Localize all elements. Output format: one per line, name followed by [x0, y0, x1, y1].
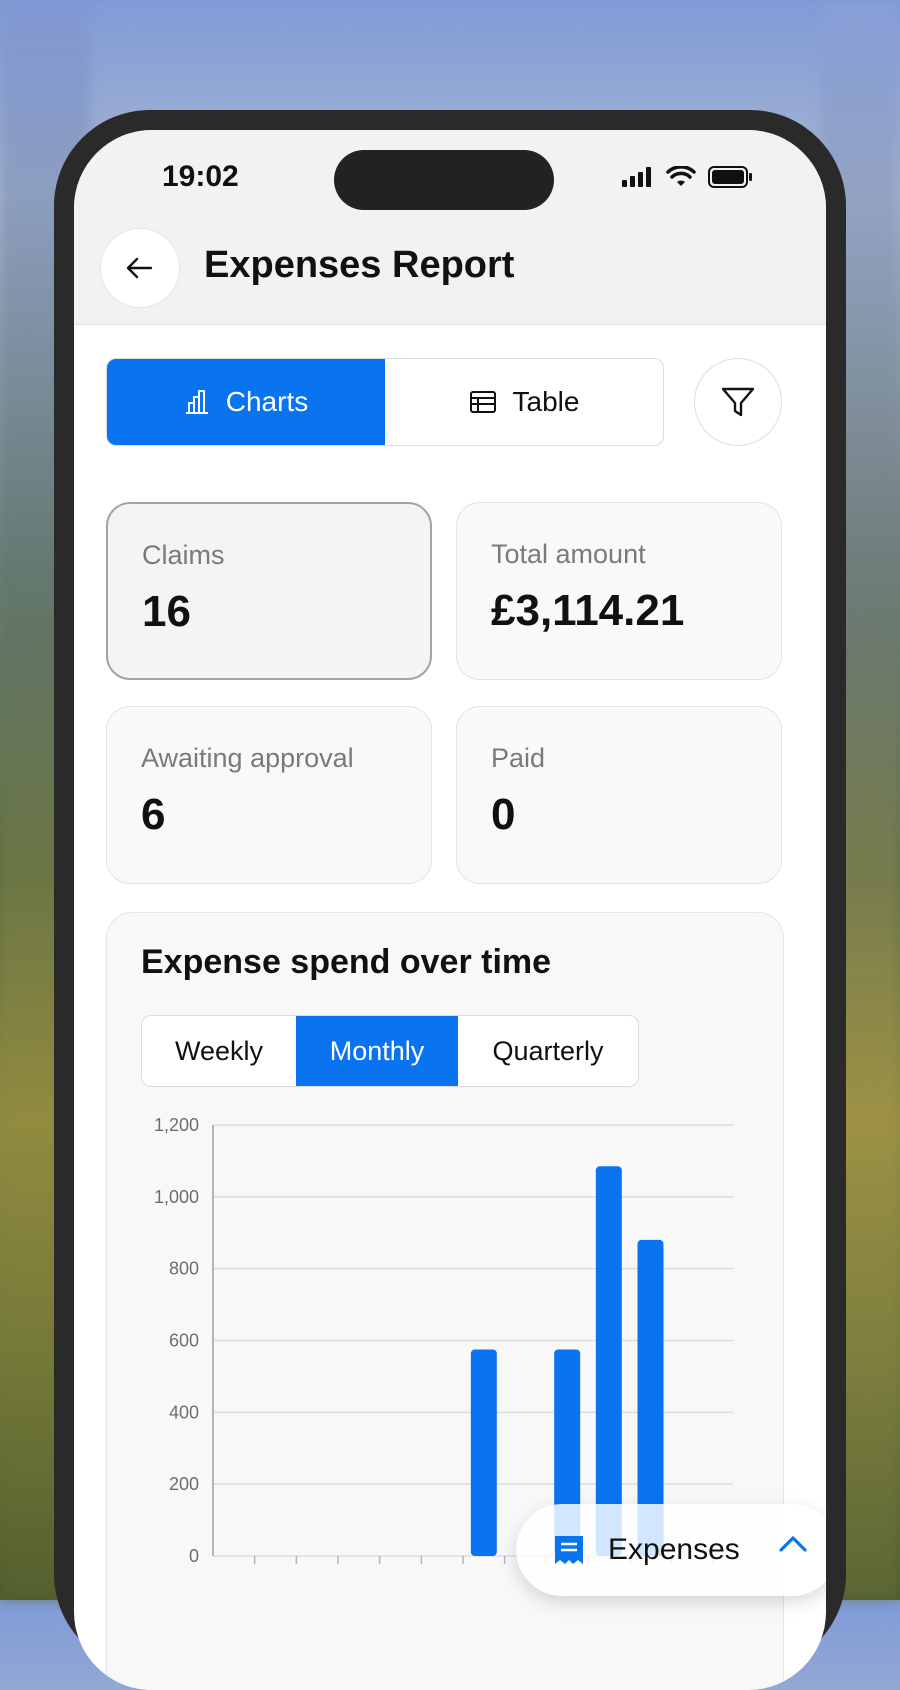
period-quarterly[interactable]: Quarterly [458, 1016, 638, 1086]
chevron-up-icon [779, 1536, 807, 1552]
y-tick-label: 400 [169, 1402, 199, 1422]
period-monthly[interactable]: Monthly [296, 1016, 458, 1086]
bar-chart: 0 200 400 600 800 1,000 1,200 [154, 1115, 733, 1566]
receipt-icon [555, 1536, 583, 1564]
phone-frame: 19:02 Expenses Report Charts Table Claim… [54, 110, 846, 1690]
stat-value: 0 [491, 790, 516, 839]
stat-card-paid[interactable]: Paid 0 [456, 706, 782, 884]
y-tick-label: 1,200 [154, 1115, 199, 1135]
bar-chart-icon [185, 390, 208, 414]
chart-bar[interactable] [595, 1166, 622, 1556]
tab-charts[interactable]: Charts [107, 359, 385, 445]
filter-button[interactable] [694, 358, 782, 446]
app-screen: 19:02 Expenses Report Charts Table Claim… [74, 130, 826, 1690]
stat-card-awaiting-approval[interactable]: Awaiting approval 6 [106, 706, 432, 884]
period-weekly[interactable]: Weekly [142, 1016, 296, 1086]
stat-label: Total amount [491, 539, 646, 569]
signal-icon [622, 167, 651, 187]
y-tick-label: 800 [169, 1259, 199, 1279]
dynamic-island [334, 150, 554, 210]
stat-card-total-amount[interactable]: Total amount £3,114.21 [456, 502, 782, 680]
arrow-left-icon [126, 257, 153, 279]
wifi-icon [666, 166, 696, 186]
stat-label: Awaiting approval [141, 743, 354, 773]
stat-value: 16 [142, 587, 191, 636]
stat-card-claims[interactable]: Claims 16 [106, 502, 432, 680]
y-tick-label: 600 [169, 1331, 199, 1351]
stat-label: Paid [491, 743, 546, 773]
status-icons [622, 166, 754, 188]
stat-value: 6 [141, 790, 166, 839]
y-tick-label: 0 [189, 1546, 199, 1566]
table-icon [469, 391, 496, 413]
fab-label: Expenses [608, 1533, 740, 1566]
battery-icon [708, 166, 752, 188]
y-tick-label: 1,000 [154, 1187, 199, 1207]
tab-charts-label: Charts [225, 386, 309, 417]
page-title: Expenses Report [204, 244, 515, 286]
view-toggle: Charts Table [106, 358, 664, 446]
back-button[interactable] [100, 228, 180, 308]
stat-value: £3,114.21 [491, 586, 685, 635]
tab-table-label: Table [512, 386, 580, 417]
top-bar: 19:02 Expenses Report [74, 130, 826, 325]
stat-label: Claims [142, 540, 225, 570]
chart-title: Expense spend over time [141, 943, 552, 981]
period-toggle: Weekly Monthly Quarterly [141, 1015, 639, 1087]
expenses-fab[interactable]: Expenses [516, 1504, 826, 1596]
chart-bar[interactable] [470, 1349, 497, 1556]
y-tick-label: 200 [169, 1474, 199, 1494]
tab-table[interactable]: Table [385, 359, 663, 445]
status-time: 19:02 [162, 160, 239, 193]
filter-icon [721, 387, 755, 417]
